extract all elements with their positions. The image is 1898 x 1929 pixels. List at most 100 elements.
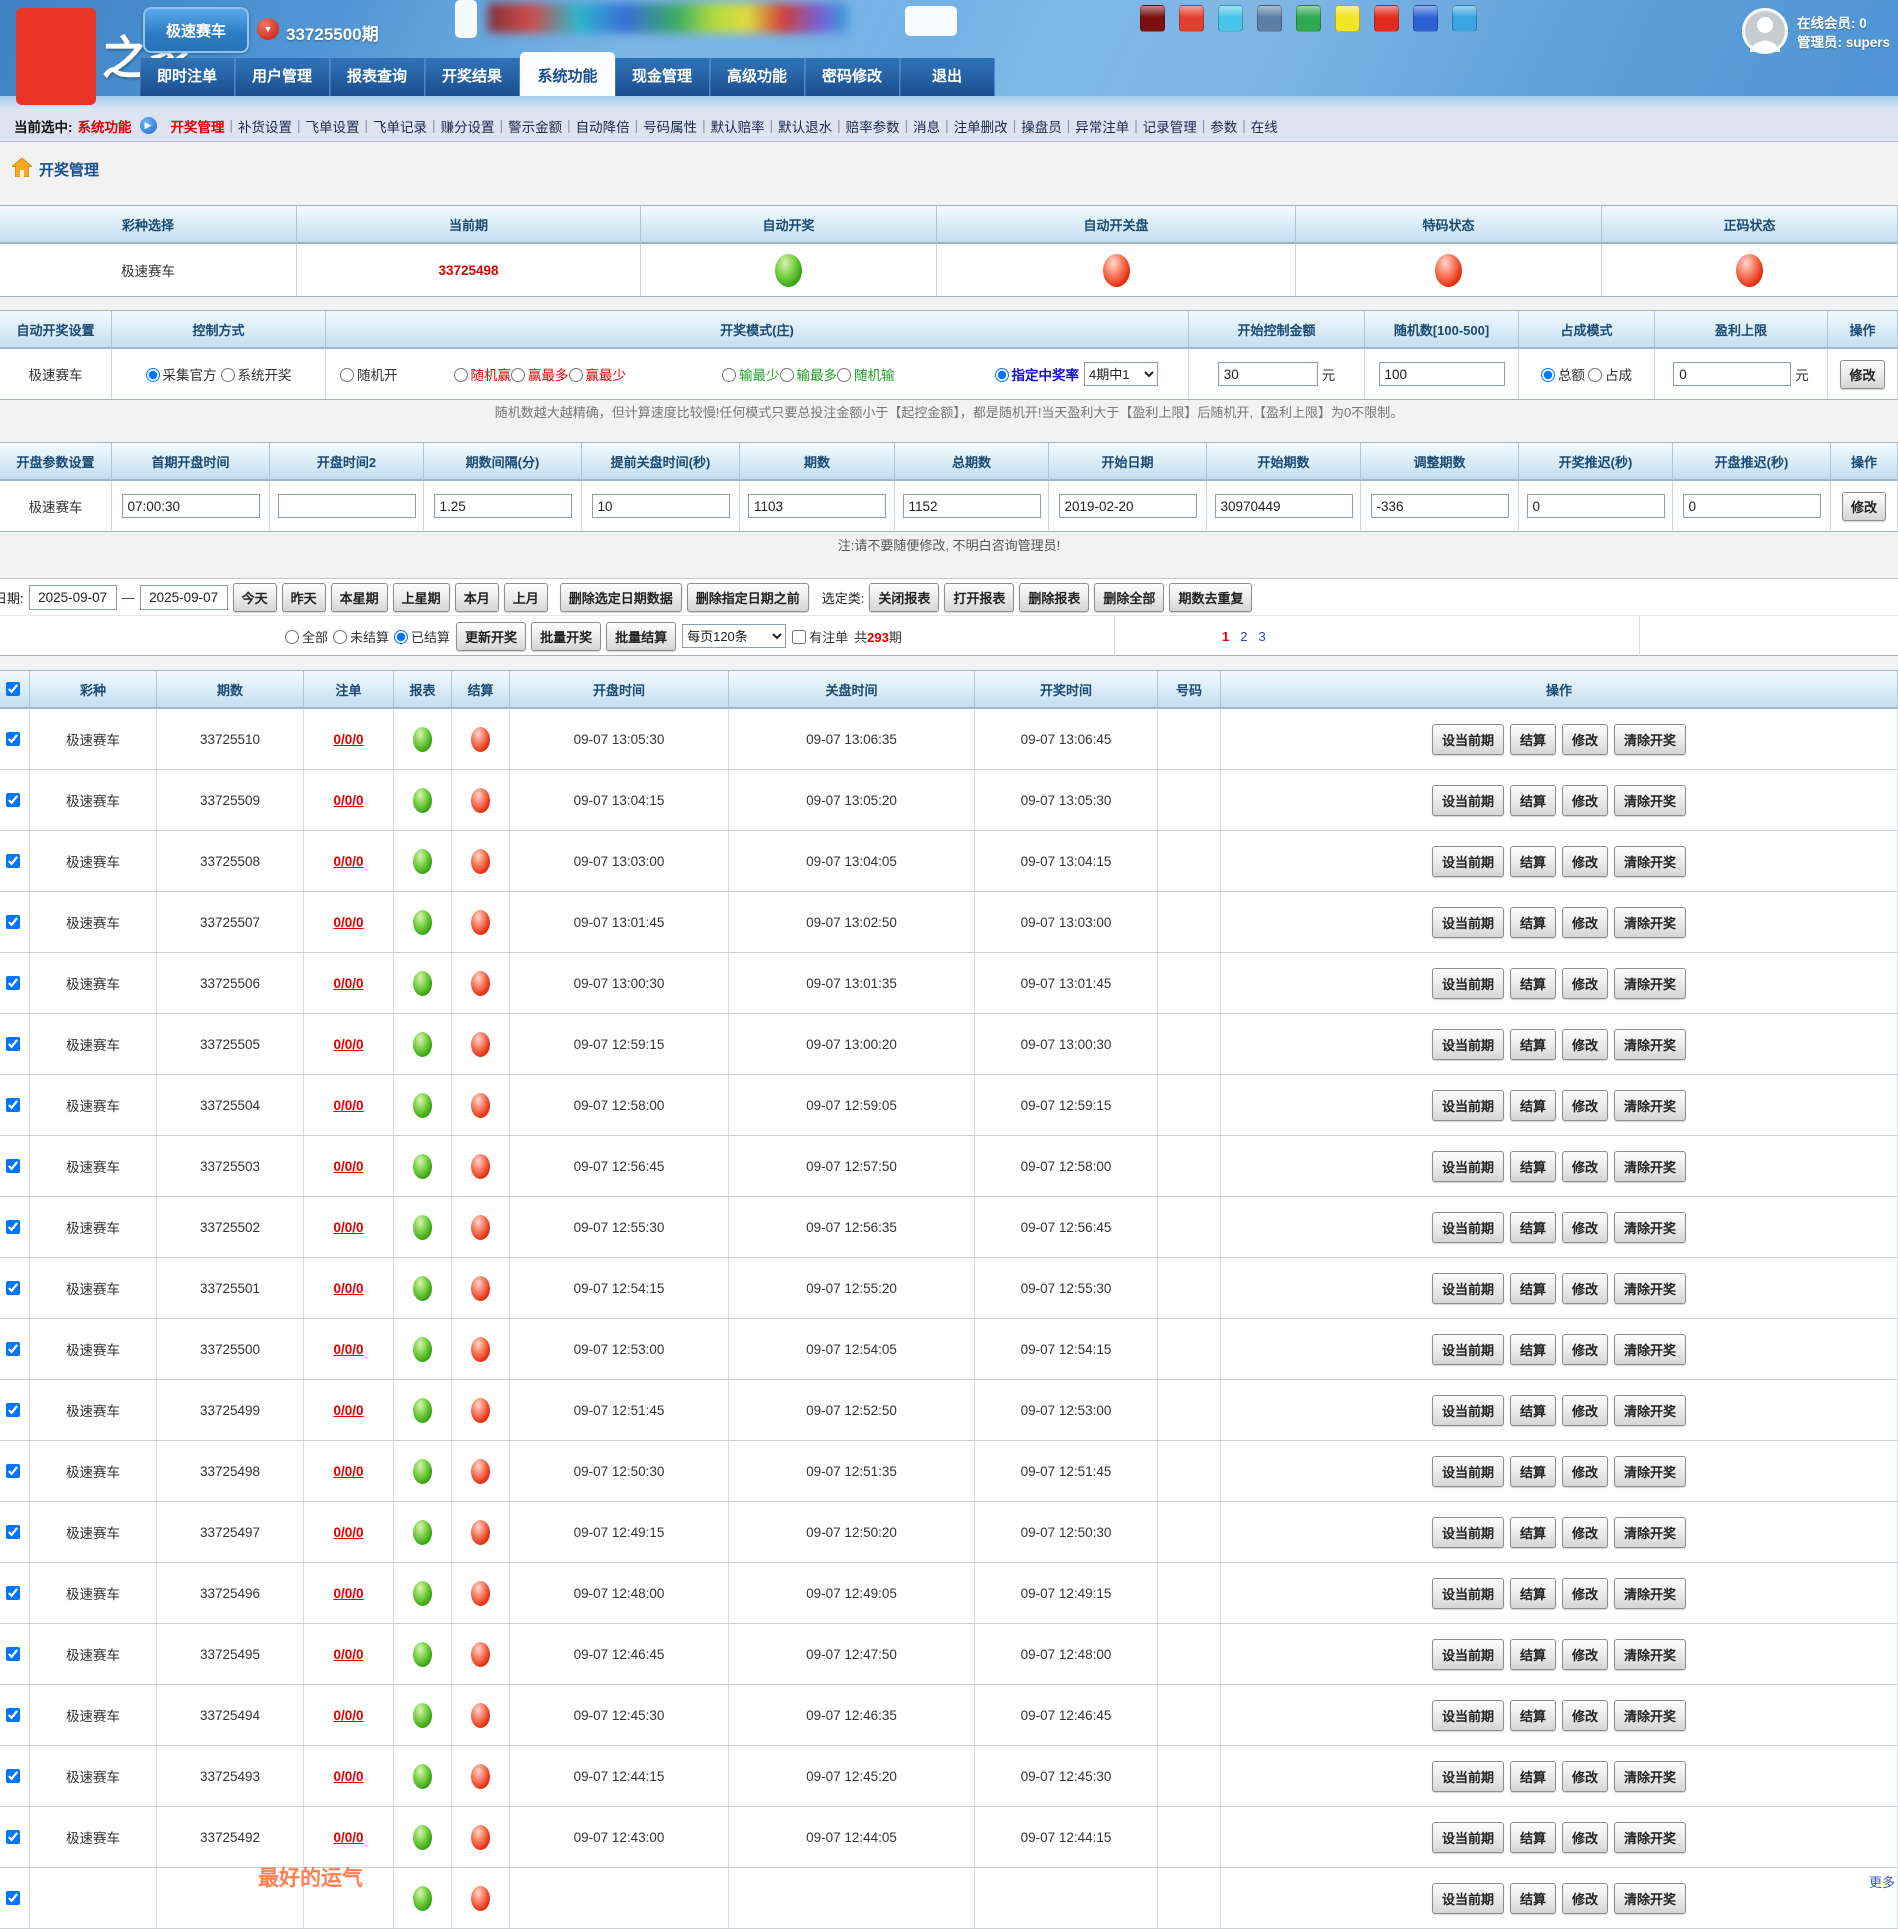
open-params-modify-button[interactable]: 修改 [1842, 492, 1886, 521]
row-modify-button[interactable]: 修改 [1562, 968, 1608, 999]
settle-status-orb[interactable] [471, 1215, 490, 1240]
row-modify-button[interactable]: 修改 [1562, 1090, 1608, 1121]
row-settle-button[interactable]: 结算 [1510, 1151, 1556, 1182]
row-set-current-period-button[interactable]: 设当前期 [1432, 1639, 1504, 1670]
game-icon-1[interactable] [1140, 5, 1165, 32]
open-param-input-2[interactable] [278, 494, 416, 518]
submenu-item-2[interactable]: 补货设置 [238, 116, 292, 136]
mode-win-most[interactable]: 赢最多 [511, 364, 569, 384]
nav-tab-6[interactable]: 现金管理 [615, 58, 710, 96]
row-set-current-period-button[interactable]: 设当前期 [1432, 1883, 1504, 1914]
pagination-page-1[interactable]: 1 [1222, 629, 1229, 644]
this-month-button[interactable]: 本月 [455, 583, 499, 612]
report-status-orb[interactable] [413, 971, 432, 996]
row-bets-link[interactable]: 0/0/0 [333, 854, 363, 869]
row-set-current-period-button[interactable]: 设当前期 [1432, 1517, 1504, 1548]
row-bets-link[interactable]: 0/0/0 [333, 1342, 363, 1357]
nav-tab-1[interactable]: 即时注单 [140, 58, 235, 96]
row-checkbox[interactable] [6, 976, 20, 990]
row-bets-link[interactable]: 0/0/0 [333, 1220, 363, 1235]
row-set-current-period-button[interactable]: 设当前期 [1432, 1029, 1504, 1060]
settle-status-orb[interactable] [471, 849, 490, 874]
row-settle-button[interactable]: 结算 [1510, 1212, 1556, 1243]
row-clear-draw-button[interactable]: 清除开奖 [1614, 1700, 1686, 1731]
row-modify-button[interactable]: 修改 [1562, 1761, 1608, 1792]
game-icon-8[interactable] [1413, 5, 1438, 32]
settle-status-orb[interactable] [471, 1459, 490, 1484]
row-checkbox[interactable] [6, 1464, 20, 1478]
row-clear-draw-button[interactable]: 清除开奖 [1614, 1151, 1686, 1182]
row-settle-button[interactable]: 结算 [1510, 724, 1556, 755]
update-draw-button[interactable]: 更新开奖 [456, 622, 526, 651]
row-settle-button[interactable]: 结算 [1510, 1578, 1556, 1609]
this-week-button[interactable]: 本星期 [331, 583, 388, 612]
game-dropdown-icon[interactable]: ▼ [257, 18, 279, 40]
row-clear-draw-button[interactable]: 清除开奖 [1614, 1578, 1686, 1609]
settle-status-orb[interactable] [471, 1825, 490, 1850]
settle-status-orb[interactable] [471, 971, 490, 996]
nav-tab-7[interactable]: 高级功能 [710, 58, 805, 96]
row-modify-button[interactable]: 修改 [1562, 846, 1608, 877]
row-set-current-period-button[interactable]: 设当前期 [1432, 968, 1504, 999]
row-settle-button[interactable]: 结算 [1510, 1090, 1556, 1121]
open-param-input-1[interactable] [122, 494, 260, 518]
row-bets-link[interactable]: 0/0/0 [333, 1586, 363, 1601]
mode-random-open[interactable]: 随机开 [340, 364, 398, 384]
row-set-current-period-button[interactable]: 设当前期 [1432, 1212, 1504, 1243]
row-modify-button[interactable]: 修改 [1562, 1639, 1608, 1670]
control-option-system[interactable]: 系统开奖 [221, 364, 292, 384]
row-modify-button[interactable]: 修改 [1562, 1029, 1608, 1060]
open-param-input-10[interactable] [1527, 494, 1665, 518]
open-param-input-5[interactable] [748, 494, 886, 518]
open-param-input-7[interactable] [1059, 494, 1197, 518]
share-total-radio[interactable] [1541, 368, 1555, 382]
row-set-current-period-button[interactable]: 设当前期 [1432, 1578, 1504, 1609]
submenu-item-15[interactable]: 异常注单 [1075, 116, 1129, 136]
report-status-orb[interactable] [413, 1032, 432, 1057]
row-clear-draw-button[interactable]: 清除开奖 [1614, 1639, 1686, 1670]
report-status-orb[interactable] [413, 1276, 432, 1301]
row-set-current-period-button[interactable]: 设当前期 [1432, 785, 1504, 816]
settle-status-orb[interactable] [471, 788, 490, 813]
row-settle-button[interactable]: 结算 [1510, 907, 1556, 938]
filter-all-option[interactable]: 全部 [285, 627, 328, 646]
filter-unsettled-radio[interactable] [333, 630, 347, 644]
settle-status-orb[interactable] [471, 1032, 490, 1057]
share-total[interactable]: 总额 [1541, 364, 1585, 384]
submenu-item-12[interactable]: 消息 [913, 116, 940, 136]
last-week-button[interactable]: 上星期 [393, 583, 450, 612]
row-checkbox[interactable] [6, 1281, 20, 1295]
row-set-current-period-button[interactable]: 设当前期 [1432, 1822, 1504, 1853]
row-bets-link[interactable]: 0/0/0 [333, 915, 363, 930]
row-set-current-period-button[interactable]: 设当前期 [1432, 907, 1504, 938]
rate-select[interactable]: 4期中1 [1084, 362, 1158, 386]
share-percent-radio[interactable] [1588, 368, 1602, 382]
row-clear-draw-button[interactable]: 清除开奖 [1614, 1822, 1686, 1853]
row-set-current-period-button[interactable]: 设当前期 [1432, 1700, 1504, 1731]
has-bets-checkbox[interactable] [792, 630, 806, 644]
delete-before-date-button[interactable]: 删除指定日期之前 [687, 583, 809, 612]
report-status-orb[interactable] [413, 1703, 432, 1728]
row-clear-draw-button[interactable]: 清除开奖 [1614, 1395, 1686, 1426]
game-icon-2[interactable] [1179, 5, 1204, 32]
row-clear-draw-button[interactable]: 清除开奖 [1614, 846, 1686, 877]
auto-draw-status-orb[interactable] [775, 254, 802, 287]
row-bets-link[interactable]: 0/0/0 [333, 732, 363, 747]
settle-status-orb[interactable] [471, 1703, 490, 1728]
more-link[interactable]: 更多 [1869, 1872, 1895, 1891]
date-from-input[interactable] [29, 585, 117, 610]
mode-win-least[interactable]: 赢最少 [569, 364, 627, 384]
batch-settle-button[interactable]: 批量结算 [606, 622, 676, 651]
row-bets-link[interactable]: 0/0/0 [333, 1464, 363, 1479]
nav-tab-2[interactable]: 用户管理 [235, 58, 330, 96]
row-settle-button[interactable]: 结算 [1510, 1639, 1556, 1670]
row-modify-button[interactable]: 修改 [1562, 1700, 1608, 1731]
has-bets-option[interactable]: 有注单 [792, 627, 848, 646]
today-button[interactable]: 今天 [233, 583, 277, 612]
row-modify-button[interactable]: 修改 [1562, 1395, 1608, 1426]
settle-status-orb[interactable] [471, 1398, 490, 1423]
report-status-orb[interactable] [413, 1825, 432, 1850]
row-clear-draw-button[interactable]: 清除开奖 [1614, 1456, 1686, 1487]
row-modify-button[interactable]: 修改 [1562, 907, 1608, 938]
row-set-current-period-button[interactable]: 设当前期 [1432, 724, 1504, 755]
